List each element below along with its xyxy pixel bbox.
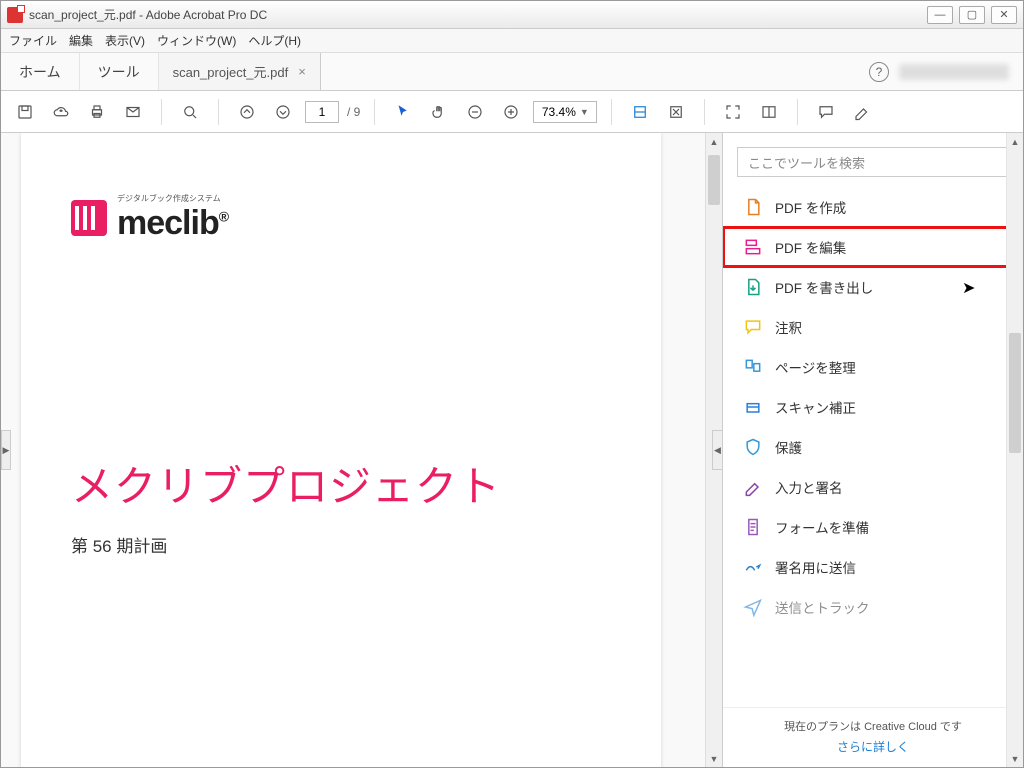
comment-icon[interactable] — [812, 98, 840, 126]
toolbar: / 9 73.4% ▼ — [1, 91, 1023, 133]
panel-footer: 現在のプランは Creative Cloud です さらに詳しく — [723, 707, 1023, 767]
tool-label: フォームを準備 — [775, 517, 869, 537]
cloud-icon[interactable] — [47, 98, 75, 126]
scroll-up-icon[interactable]: ▲ — [1007, 133, 1023, 150]
scroll-thumb[interactable] — [1009, 333, 1021, 453]
shield-icon — [743, 437, 763, 457]
tool-edit-pdf[interactable]: PDF を編集 — [723, 227, 1023, 267]
search-icon[interactable] — [176, 98, 204, 126]
menu-view[interactable]: 表示(V) — [105, 32, 145, 49]
fit-page-icon[interactable] — [662, 98, 690, 126]
comment-tool-icon — [743, 317, 763, 337]
fit-width-icon[interactable] — [626, 98, 654, 126]
tool-enhance-scan[interactable]: スキャン補正 — [723, 387, 1023, 427]
page-count: / 9 — [347, 105, 360, 119]
scroll-down-icon[interactable]: ▼ — [706, 750, 722, 767]
reading-mode-icon[interactable] — [755, 98, 783, 126]
signin-area[interactable] — [899, 64, 1009, 80]
tool-comment[interactable]: 注釈 — [723, 307, 1023, 347]
logo: デジタルブック作成システム meclib® — [71, 193, 611, 243]
doc-subline: 第 56 期計画 — [71, 532, 611, 557]
tab-document-label: scan_project_元.pdf — [173, 62, 289, 81]
tool-label: ページを整理 — [775, 357, 856, 377]
tool-send-for-signature[interactable]: 署名用に送信 — [723, 547, 1023, 587]
logo-subtext: デジタルブック作成システム — [117, 193, 228, 204]
tabbar: ホーム ツール scan_project_元.pdf × ? — [1, 53, 1023, 91]
pdf-page: デジタルブック作成システム meclib® メクリブプロジェクト 第 56 期計… — [21, 133, 661, 767]
scroll-down-icon[interactable]: ▼ — [1007, 750, 1023, 767]
hand-tool-icon[interactable] — [425, 98, 453, 126]
tool-export-pdf[interactable]: PDF を書き出し — [723, 267, 1023, 307]
highlight-icon[interactable] — [848, 98, 876, 126]
organize-icon — [743, 357, 763, 377]
menu-window[interactable]: ウィンドウ(W) — [157, 32, 236, 49]
tool-send-track[interactable]: 送信とトラック — [723, 587, 1023, 627]
edit-pdf-icon — [743, 237, 763, 257]
maximize-button[interactable]: ▢ — [959, 6, 985, 24]
tab-tools[interactable]: ツール — [80, 53, 159, 90]
menubar: ファイル 編集 表示(V) ウィンドウ(W) ヘルプ(H) — [1, 29, 1023, 53]
email-icon[interactable] — [119, 98, 147, 126]
create-pdf-icon — [743, 197, 763, 217]
chevron-down-icon: ▼ — [580, 107, 589, 117]
tool-label: スキャン補正 — [775, 397, 856, 417]
form-icon — [743, 517, 763, 537]
zoom-select[interactable]: 73.4% ▼ — [533, 101, 597, 123]
tools-panel: ここでツールを検索 PDF を作成 PDF を編集 PDF を書き出し 注釈 — [723, 133, 1023, 767]
tool-label: 保護 — [775, 437, 802, 457]
tool-label: PDF を書き出し — [775, 277, 873, 297]
tool-fill-sign[interactable]: 入力と署名 — [723, 467, 1023, 507]
print-icon[interactable] — [83, 98, 111, 126]
help-icon[interactable]: ? — [869, 62, 889, 82]
tool-organize-pages[interactable]: ページを整理 — [723, 347, 1023, 387]
tools-search-input[interactable]: ここでツールを検索 — [737, 147, 1009, 177]
export-pdf-icon — [743, 277, 763, 297]
tool-label: 注釈 — [775, 317, 802, 337]
tool-protect[interactable]: 保護 — [723, 427, 1023, 467]
tool-label: 入力と署名 — [775, 477, 843, 497]
right-panel-toggle[interactable]: ◀ — [712, 430, 722, 470]
send-sign-icon — [743, 557, 763, 577]
tool-prepare-form[interactable]: フォームを準備 — [723, 507, 1023, 547]
menu-edit[interactable]: 編集 — [69, 32, 93, 49]
tool-label: PDF を作成 — [775, 197, 846, 217]
menu-help[interactable]: ヘルプ(H) — [248, 32, 301, 49]
tab-home[interactable]: ホーム — [1, 53, 80, 90]
minimize-button[interactable]: — — [927, 6, 953, 24]
page-number-input[interactable] — [305, 101, 339, 123]
page-down-icon[interactable] — [269, 98, 297, 126]
panel-scrollbar[interactable]: ▲ ▼ — [1006, 133, 1023, 767]
learn-more-link[interactable]: さらに詳しく — [735, 738, 1011, 755]
document-pane[interactable]: ▶ デジタルブック作成システム meclib® メクリブプロジェクト 第 56 … — [1, 133, 723, 767]
tool-label: 送信とトラック — [775, 597, 870, 617]
plan-text: 現在のプランは Creative Cloud です — [735, 718, 1011, 734]
send-track-icon — [743, 597, 763, 617]
app-icon — [7, 7, 23, 23]
scan-icon — [743, 397, 763, 417]
logo-mark-icon — [71, 200, 107, 236]
titlebar: scan_project_元.pdf - Adobe Acrobat Pro D… — [1, 1, 1023, 29]
select-tool-icon[interactable] — [389, 98, 417, 126]
fill-sign-icon — [743, 477, 763, 497]
tab-document[interactable]: scan_project_元.pdf × — [159, 53, 321, 90]
tool-create-pdf[interactable]: PDF を作成 — [723, 187, 1023, 227]
scroll-up-icon[interactable]: ▲ — [706, 133, 722, 150]
zoom-out-icon[interactable] — [461, 98, 489, 126]
window-title: scan_project_元.pdf - Adobe Acrobat Pro D… — [29, 6, 927, 23]
doc-headline: メクリブプロジェクト — [71, 453, 611, 514]
tool-label: 署名用に送信 — [775, 557, 856, 577]
tool-label: PDF を編集 — [775, 237, 846, 257]
expand-icon[interactable] — [719, 98, 747, 126]
zoom-in-icon[interactable] — [497, 98, 525, 126]
left-panel-toggle[interactable]: ▶ — [1, 430, 11, 470]
scroll-thumb[interactable] — [708, 155, 720, 205]
page-up-icon[interactable] — [233, 98, 261, 126]
menu-file[interactable]: ファイル — [9, 32, 57, 49]
zoom-value: 73.4% — [542, 105, 576, 119]
close-button[interactable]: ✕ — [991, 6, 1017, 24]
save-icon[interactable] — [11, 98, 39, 126]
tab-close-icon[interactable]: × — [298, 64, 306, 79]
logo-text: meclib — [117, 204, 219, 242]
